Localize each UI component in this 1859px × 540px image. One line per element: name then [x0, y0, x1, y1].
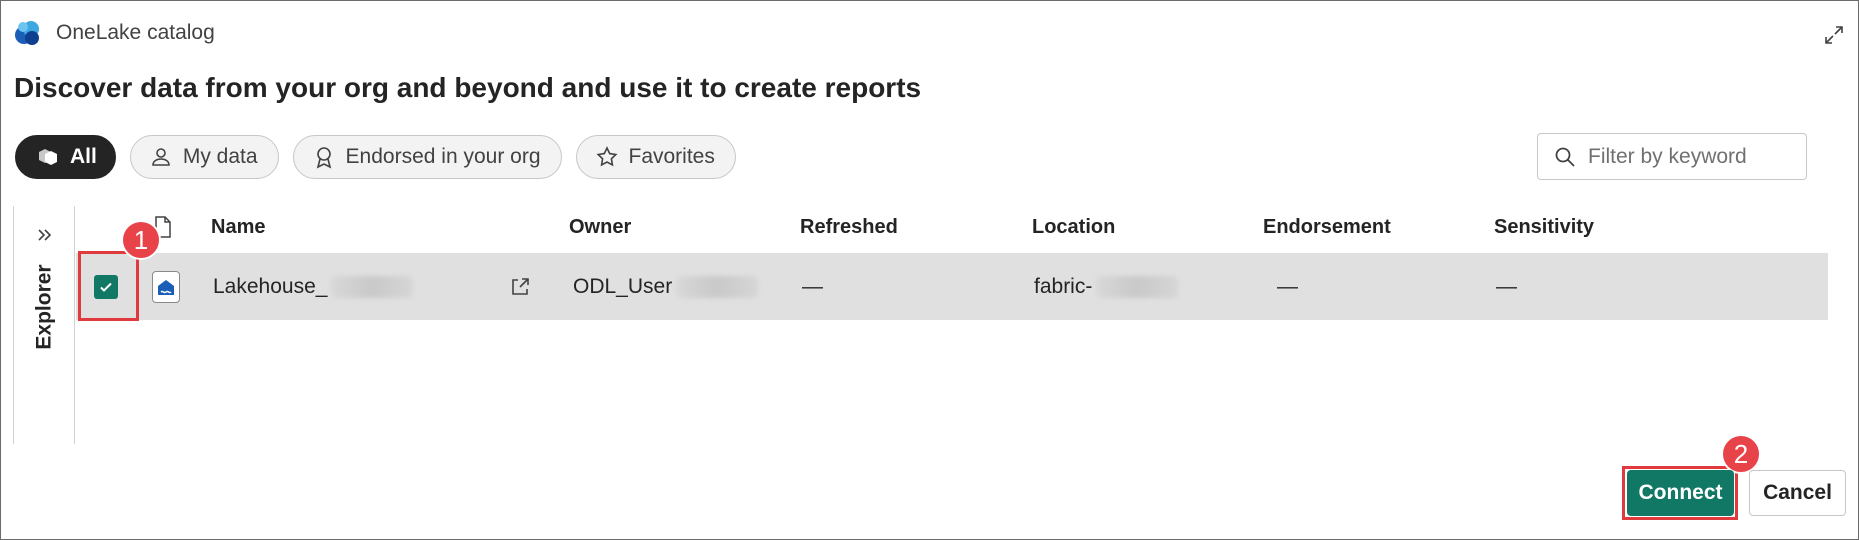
row-endorsement: —: [1277, 274, 1298, 298]
row-type-icon-cell: [152, 253, 180, 320]
explorer-text: Explorer: [33, 264, 57, 350]
cube-stack-icon: [39, 149, 57, 165]
explorer-pane: Explorer: [13, 206, 75, 444]
column-header-refreshed[interactable]: Refreshed: [800, 216, 898, 246]
chip-label: All: [70, 145, 97, 168]
redacted-text: [331, 275, 414, 298]
connect-button[interactable]: Connect: [1627, 470, 1734, 516]
chip-favorites[interactable]: Favorites: [575, 135, 736, 179]
onelake-logo-icon: [15, 21, 39, 45]
chip-label: Endorsed in your org: [345, 145, 541, 168]
chip-label: My data: [182, 145, 258, 168]
app-title: OneLake catalog: [56, 21, 215, 44]
person-icon: [152, 148, 170, 166]
column-header-endorsement[interactable]: Endorsement: [1263, 216, 1391, 246]
ribbon-icon: [316, 147, 331, 169]
filter-chips: All My data Endorsed in your org Favorit…: [15, 135, 736, 179]
row-location-text: fabric-: [1034, 274, 1093, 298]
redacted-text: [1096, 275, 1179, 298]
row-sensitivity: —: [1496, 274, 1517, 298]
column-header-sensitivity[interactable]: Sensitivity: [1494, 216, 1594, 246]
row-owner: ODL_User: [573, 253, 759, 320]
lakehouse-icon: [152, 270, 180, 303]
dialog-header: OneLake catalog: [14, 18, 215, 48]
annotation-box-1: [78, 251, 139, 321]
chip-label: Favorites: [628, 145, 715, 168]
annotation-badge-1: 1: [121, 220, 161, 260]
chip-my-data[interactable]: My data: [129, 135, 279, 179]
column-header-location[interactable]: Location: [1032, 216, 1115, 246]
chip-all[interactable]: All: [15, 135, 116, 179]
row-owner-text: ODL_User: [573, 274, 673, 298]
filter-input[interactable]: [1588, 144, 1798, 169]
open-external-icon[interactable]: [509, 276, 531, 298]
double-chevron-right-icon[interactable]: [34, 224, 56, 246]
row-location: fabric-: [1034, 253, 1179, 320]
filter-box[interactable]: [1537, 133, 1807, 180]
redacted-text: [676, 275, 759, 298]
expand-icon[interactable]: [1823, 24, 1845, 46]
column-header-name[interactable]: Name: [211, 216, 265, 246]
open-external-cell: [509, 253, 531, 320]
cancel-button[interactable]: Cancel: [1749, 470, 1846, 516]
row-name[interactable]: Lakehouse_: [213, 253, 414, 320]
page-title: Discover data from your org and beyond a…: [14, 72, 922, 103]
star-icon: [595, 146, 618, 167]
search-icon: [1555, 147, 1575, 167]
explorer-label[interactable]: Explorer: [26, 262, 64, 352]
row-refreshed: —: [802, 274, 823, 298]
annotation-badge-2: 2: [1721, 434, 1761, 474]
table-row[interactable]: Lakehouse_ ODL_User — fabric- — —: [76, 253, 1828, 320]
row-name-text: Lakehouse_: [213, 274, 328, 298]
column-header-owner[interactable]: Owner: [569, 216, 631, 246]
chip-endorsed[interactable]: Endorsed in your org: [292, 135, 562, 179]
